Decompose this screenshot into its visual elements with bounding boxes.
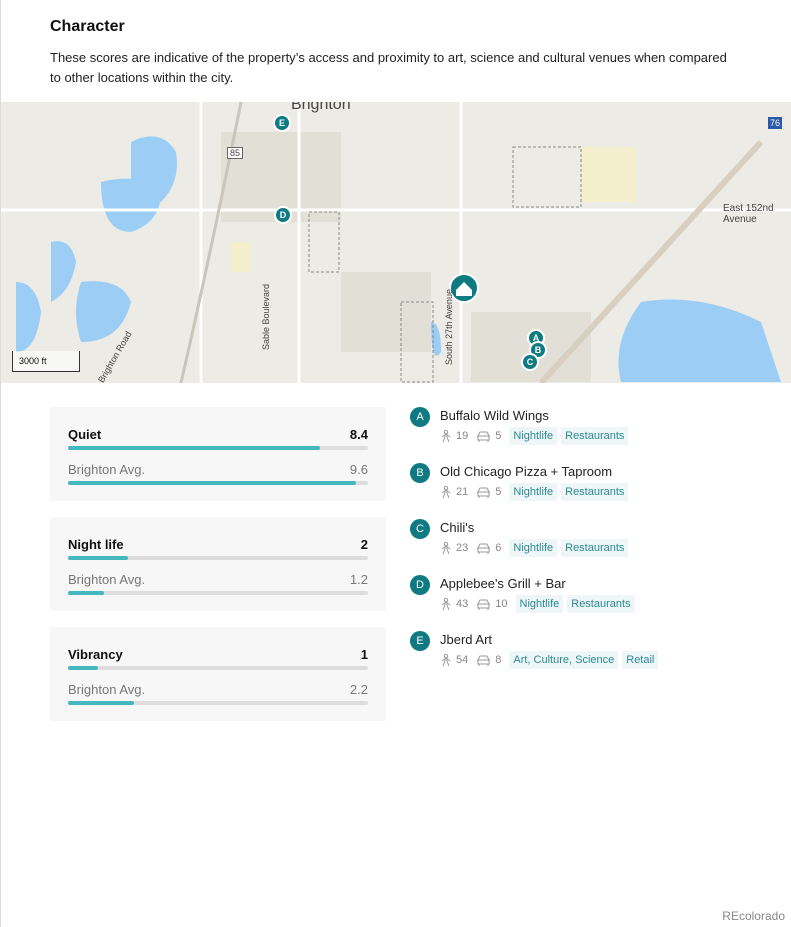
- map-scale: 3000 ft: [12, 351, 80, 372]
- svg-text:B: B: [535, 345, 542, 355]
- car-icon: [477, 599, 491, 610]
- walk-minutes: 54: [456, 654, 469, 666]
- category-tag: Restaurants: [567, 595, 635, 613]
- avg-value: 9.6: [349, 462, 368, 477]
- map-label-street: South 27th Avenue: [443, 289, 454, 365]
- place-name: Jberd Art: [440, 632, 493, 647]
- drive-minutes: 5: [495, 486, 502, 498]
- avg-bar: [68, 591, 368, 595]
- avg-bar: [68, 481, 368, 485]
- place-marker: B: [410, 463, 430, 483]
- place-marker: E: [410, 631, 430, 651]
- avg-value: 2.2: [349, 682, 368, 697]
- map[interactable]: E D ABC Brighton East 152nd Avenue Sable B…: [1, 102, 791, 383]
- place-name: Applebee's Grill + Bar: [440, 576, 566, 591]
- score-bar: [68, 666, 368, 670]
- avg-label: Brighton Avg.: [68, 682, 146, 697]
- car-icon: [477, 431, 491, 442]
- category-tag: Nightlife: [509, 539, 558, 557]
- place-marker: C: [410, 519, 430, 539]
- svg-text:D: D: [280, 210, 287, 220]
- category-tag: Restaurants: [561, 483, 629, 501]
- section-description: These scores are indicative of the prope…: [50, 50, 727, 85]
- place-name: Buffalo Wild Wings: [440, 408, 549, 423]
- avg-label: Brighton Avg.: [68, 572, 146, 587]
- score-card: Night life 2 Brighton Avg. 1.2: [50, 517, 386, 611]
- category-tag: Art, Culture, Science: [509, 651, 619, 669]
- walk-minutes: 19: [456, 430, 469, 442]
- map-label-street: Sable Boulevard: [261, 283, 272, 351]
- drive-minutes: 10: [495, 598, 508, 610]
- car-icon: [477, 487, 491, 498]
- walk-minutes: 21: [456, 486, 469, 498]
- drive-minutes: 5: [495, 430, 502, 442]
- score-bar: [68, 556, 368, 560]
- drive-minutes: 6: [495, 542, 502, 554]
- place-marker: D: [410, 575, 430, 595]
- category-tag: Retail: [622, 651, 659, 669]
- walk-icon: [441, 597, 451, 610]
- category-tag: Restaurants: [561, 539, 629, 557]
- category-tag: Nightlife: [509, 427, 558, 445]
- car-icon: [477, 543, 491, 554]
- svg-text:C: C: [527, 357, 534, 367]
- place-name: Chili's: [440, 520, 475, 535]
- walk-minutes: 23: [456, 542, 469, 554]
- svg-text:A: A: [533, 333, 540, 343]
- category-tag: Restaurants: [561, 427, 629, 445]
- score-card: Quiet 8.4 Brighton Avg. 9.6: [50, 407, 386, 501]
- walk-minutes: 43: [456, 598, 469, 610]
- walk-icon: [441, 485, 451, 498]
- score-value: 2: [360, 537, 368, 552]
- section-title: Character: [50, 18, 125, 35]
- walk-icon: [441, 653, 451, 666]
- avg-bar: [68, 701, 368, 705]
- score-bar: [68, 446, 368, 450]
- place-marker: A: [410, 407, 430, 427]
- drive-minutes: 8: [495, 654, 502, 666]
- score-value: 1: [360, 647, 368, 662]
- map-label-city: Brighton: [291, 102, 351, 113]
- walk-icon: [441, 541, 451, 554]
- category-tag: Nightlife: [515, 595, 564, 613]
- footer-brand: REcolorado: [722, 909, 785, 923]
- avg-label: Brighton Avg.: [68, 462, 146, 477]
- score-value: 8.4: [349, 427, 368, 442]
- highway-shield: 85: [227, 147, 244, 159]
- score-label: Vibrancy: [68, 647, 123, 662]
- category-tag: Nightlife: [509, 483, 558, 501]
- score-card: Vibrancy 1 Brighton Avg. 2.2: [50, 627, 386, 721]
- score-label: Quiet: [68, 427, 102, 442]
- avg-value: 1.2: [349, 572, 368, 587]
- walk-icon: [441, 429, 451, 442]
- score-label: Night life: [68, 537, 124, 552]
- svg-text:E: E: [279, 118, 285, 128]
- place-name: Old Chicago Pizza + Taproom: [440, 464, 613, 479]
- interstate-shield: 76: [768, 117, 783, 129]
- car-icon: [477, 655, 491, 666]
- map-label-street: East 152nd Avenue: [723, 203, 774, 225]
